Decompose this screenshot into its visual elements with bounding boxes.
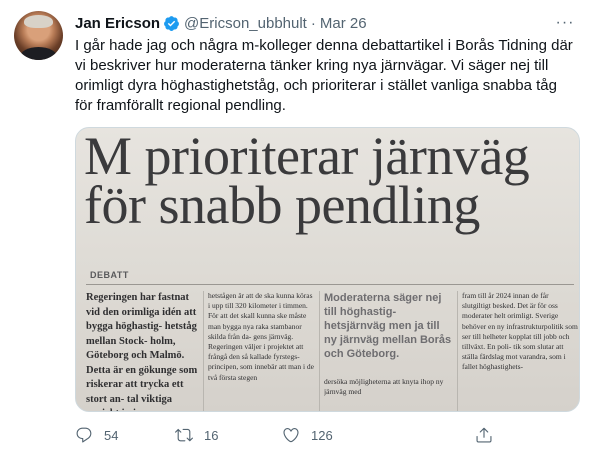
newspaper-column-1: Regeringen har fastnat vid den orimliga … xyxy=(86,292,198,411)
tweet-media-image[interactable]: M prioriterar järnväg för snabb pendling… xyxy=(75,127,580,412)
separator-dot: · xyxy=(310,14,316,32)
verified-badge-icon xyxy=(163,15,180,32)
reply-icon xyxy=(76,427,92,443)
author-name[interactable]: Jan Ericson xyxy=(75,15,160,32)
column-divider xyxy=(457,291,458,411)
headline-line-2: för snabb pendling xyxy=(84,175,480,235)
newspaper-section-label: DEBATT xyxy=(90,270,129,280)
column-divider xyxy=(203,291,204,411)
headline-line-1: M prioriterar järnväg xyxy=(84,127,530,186)
newspaper-column-3: Moderaterna säger nej till höghastig- he… xyxy=(324,291,452,411)
reply-button[interactable]: 54 xyxy=(75,420,118,450)
like-count: 126 xyxy=(311,427,333,443)
newspaper-divider xyxy=(86,284,574,285)
newspaper-pullquote: Moderaterna säger nej till höghastig- he… xyxy=(324,292,452,360)
newspaper-column-2: hetstågen är att de ska kunna köras i up… xyxy=(208,291,314,382)
reply-count: 54 xyxy=(104,427,119,443)
like-button[interactable]: 126 xyxy=(282,420,333,450)
share-button[interactable] xyxy=(475,420,493,450)
tweet-text: I går hade jag och några m-kolleger denn… xyxy=(75,37,573,114)
column-divider xyxy=(319,291,320,411)
author-handle[interactable]: @Ericson_ubbhult xyxy=(184,15,307,32)
tweet-actions: 54 16 126 xyxy=(75,420,575,450)
share-icon xyxy=(476,427,492,443)
newspaper-column-3-body: dersöka möjligheterna att knyta ihop ny … xyxy=(324,377,444,397)
newspaper-column-4: fram till år 2024 innan de får slutgilti… xyxy=(462,291,578,372)
retweet-count: 16 xyxy=(204,427,219,443)
tweet-date[interactable]: Mar 26 xyxy=(320,15,367,32)
avatar[interactable] xyxy=(14,11,63,60)
tweet-header: Jan Ericson @Ericson_ubbhult · Mar 26 xyxy=(75,13,367,33)
more-options-button[interactable]: ··· xyxy=(553,11,577,35)
newspaper-headline: M prioriterar järnväg för snabb pendling xyxy=(84,127,576,235)
more-icon: ··· xyxy=(555,14,575,31)
heart-icon xyxy=(283,428,299,443)
retweet-icon xyxy=(175,428,193,442)
retweet-button[interactable]: 16 xyxy=(175,420,218,450)
tweet: Jan Ericson @Ericson_ubbhult · Mar 26 ··… xyxy=(0,0,589,455)
